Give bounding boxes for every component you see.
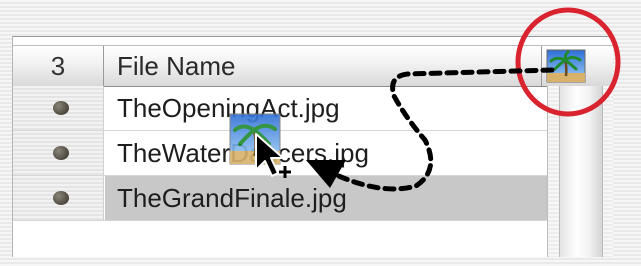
file-name-header-label: File Name <box>117 50 236 81</box>
file-count: 3 <box>50 50 66 81</box>
dragged-image-icon <box>229 113 281 165</box>
table-header: 3 File Name <box>13 45 613 87</box>
row-marker-cell <box>13 131 104 176</box>
count-column-header[interactable]: 3 <box>13 46 104 86</box>
row-marker-cell <box>13 176 104 221</box>
column-divider <box>541 46 542 86</box>
thumbnail-column-header[interactable] <box>546 49 586 83</box>
row-divider <box>13 220 547 221</box>
row-bullet <box>53 191 69 205</box>
row-bullet <box>53 101 69 115</box>
file-name-column-header[interactable]: File Name <box>117 46 235 86</box>
row-marker-cell <box>13 86 104 131</box>
file-name: TheGrandFinale.jpg <box>117 183 347 213</box>
palm-tree-image-icon <box>546 49 586 83</box>
list-item[interactable]: TheWaterDancers.jpg <box>13 131 613 176</box>
scrollbar-thumb[interactable] <box>559 86 603 257</box>
list-item-selected[interactable]: TheGrandFinale.jpg <box>13 176 613 221</box>
file-list-table: 3 File Name TheOpeningAct.jpg TheGrandFi… <box>12 36 613 257</box>
row-bullet <box>53 146 69 160</box>
list-item[interactable]: TheOpeningAct.jpg <box>13 86 613 131</box>
